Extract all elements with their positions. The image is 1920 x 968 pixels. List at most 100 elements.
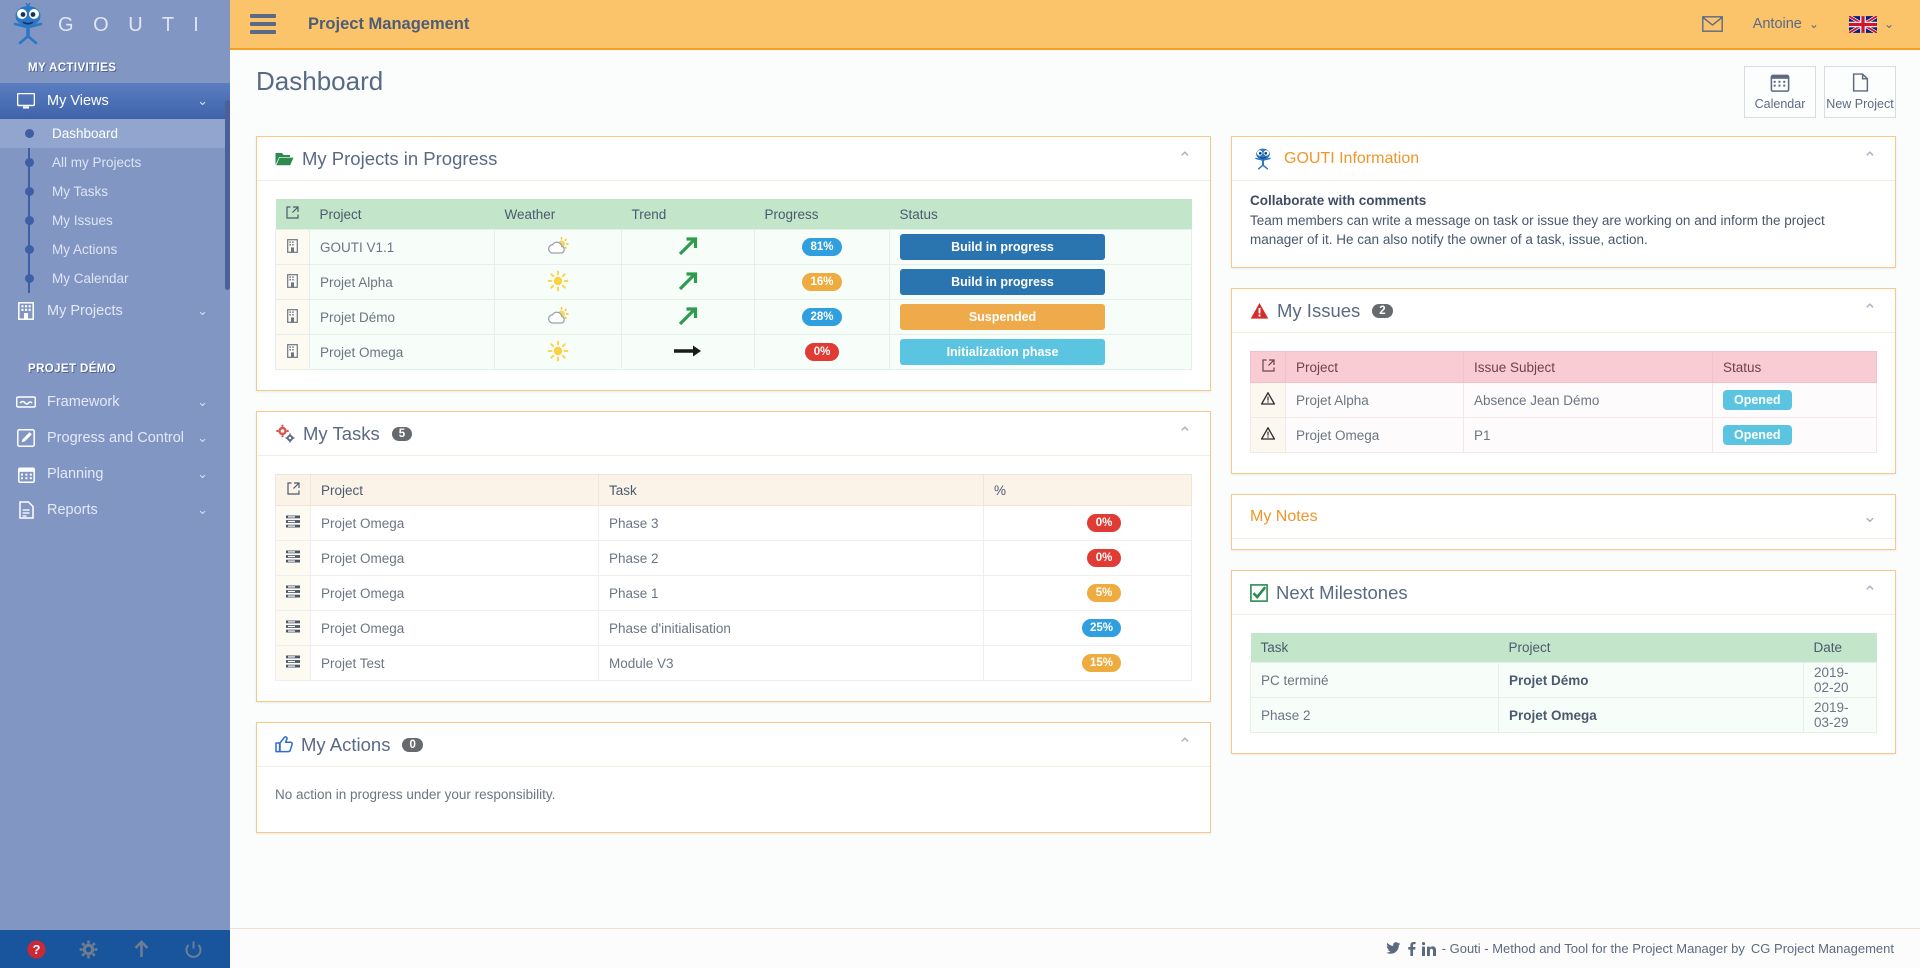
building-icon	[14, 301, 38, 321]
calendar-button[interactable]: Calendar	[1744, 66, 1816, 118]
twitter-icon[interactable]	[1385, 942, 1401, 955]
panel-body: Project Task % Projet Omega Phase 3 0% P…	[257, 456, 1210, 701]
sidebar-item-my-tasks[interactable]: My Tasks	[0, 177, 230, 206]
linkedin-icon[interactable]	[1421, 941, 1436, 956]
chevron-down-icon: ⌄	[1883, 17, 1894, 31]
gear-icon[interactable]	[79, 940, 98, 959]
svg-text:?: ?	[32, 942, 40, 957]
tasks-count-badge: 5	[391, 426, 413, 441]
hamburger-icon[interactable]	[250, 10, 276, 38]
sidebar-item-my-views[interactable]: My Views ⌄	[0, 83, 230, 119]
table-header-row: Project Task %	[275, 474, 1192, 506]
sidebar-item-progress-and-control[interactable]: Progress and Control ⌄	[0, 420, 230, 456]
sidebar-item-planning[interactable]: Planning ⌄	[0, 456, 230, 492]
panel-title: My Tasks	[303, 422, 380, 444]
chevron-down-icon: ⌄	[197, 502, 208, 517]
table-row[interactable]: Projet Alpha 16% Build in progress	[275, 264, 1192, 300]
sidebar-item-reports[interactable]: Reports ⌄	[0, 492, 230, 528]
project-icon[interactable]	[275, 229, 310, 265]
external-link-icon[interactable]	[275, 199, 310, 230]
footer-company-link[interactable]: CG Project Management	[1751, 941, 1894, 956]
language-selector[interactable]: ⌄	[1848, 15, 1894, 33]
status-badge[interactable]: Opened	[1723, 425, 1792, 446]
sidebar-subitem-label: My Issues	[52, 213, 113, 228]
cell-project: Projet Démo	[1498, 662, 1804, 699]
chevron-down-icon: ⌄	[197, 303, 208, 318]
help-icon[interactable]: ?	[27, 940, 46, 959]
table-row[interactable]: Projet Omega 0% Initialization phase	[275, 334, 1192, 370]
sidebar-scrollbar[interactable]	[225, 100, 230, 290]
cell-project: Projet Omega	[1498, 697, 1804, 734]
warning-triangle-icon[interactable]	[1250, 382, 1286, 419]
chevron-up-icon[interactable]: ⌃	[1178, 736, 1192, 753]
task-list-icon[interactable]	[275, 645, 311, 681]
right-column: GOUTI Information ⌃ Collaborate with com…	[1231, 136, 1896, 853]
warning-triangle-icon[interactable]	[1250, 417, 1286, 454]
status-bar[interactable]: Suspended	[900, 304, 1105, 330]
table-row[interactable]: PC terminé Projet Démo 2019-02-20	[1250, 662, 1877, 699]
table-row[interactable]: Projet Omega Phase d'initialisation 25%	[275, 610, 1192, 646]
edit-note-icon	[14, 428, 38, 448]
cell-project: Projet Omega	[309, 334, 495, 370]
power-icon[interactable]	[184, 940, 203, 959]
task-list-icon[interactable]	[275, 505, 311, 541]
cell-issue-subject: P1	[1463, 417, 1713, 454]
sidebar-item-dashboard[interactable]: Dashboard	[0, 119, 230, 148]
chevron-up-icon[interactable]: ⌃	[1863, 584, 1877, 601]
table-row[interactable]: GOUTI V1.1 81% Build in progress	[275, 229, 1192, 265]
page-footer: - Gouti - Method and Tool for the Projec…	[230, 928, 1920, 968]
sidebar-item-my-calendar[interactable]: My Calendar	[0, 264, 230, 293]
table-row[interactable]: Projet Omega Phase 1 5%	[275, 575, 1192, 611]
envelope-icon[interactable]	[1701, 16, 1723, 32]
sidebar-item-label: Planning	[47, 466, 104, 482]
cell-project: Projet Démo	[309, 299, 495, 335]
table-row[interactable]: Projet Omega Phase 2 0%	[275, 540, 1192, 576]
panel-title-group: My Tasks 5	[275, 422, 413, 445]
chevron-up-icon[interactable]: ⌃	[1178, 425, 1192, 442]
table-row[interactable]: Phase 2 Projet Omega 2019-03-29	[1250, 697, 1877, 734]
brand-logo[interactable]: G O U T I	[0, 0, 230, 50]
sidebar-item-framework[interactable]: Framework ⌄	[0, 384, 230, 420]
chevron-up-icon[interactable]: ⌃	[1178, 150, 1192, 167]
sidebar-item-my-projects[interactable]: My Projects ⌄	[0, 293, 230, 329]
status-bar[interactable]: Build in progress	[900, 269, 1105, 295]
new-project-button[interactable]: New Project	[1824, 66, 1896, 118]
external-link-icon[interactable]	[275, 474, 311, 506]
task-list-icon[interactable]	[275, 610, 311, 646]
project-icon[interactable]	[275, 264, 310, 300]
status-bar[interactable]: Build in progress	[900, 234, 1105, 260]
task-list-icon[interactable]	[275, 575, 311, 611]
task-list-icon[interactable]	[275, 540, 311, 576]
arrow-up-icon[interactable]	[132, 939, 151, 959]
table-row[interactable]: Projet Omega P1 Opened	[1250, 417, 1877, 454]
chevron-up-icon[interactable]: ⌃	[1863, 150, 1877, 167]
project-icon[interactable]	[275, 334, 310, 370]
table-row[interactable]: Projet Démo 28% Suspended	[275, 299, 1192, 335]
tasks-table: Project Task % Projet Omega Phase 3 0% P…	[275, 474, 1192, 681]
sidebar-item-my-issues[interactable]: My Issues	[0, 206, 230, 235]
project-icon[interactable]	[275, 299, 310, 335]
status-badge[interactable]: Opened	[1723, 390, 1792, 411]
chevron-up-icon[interactable]: ⌃	[1863, 302, 1877, 319]
panel-header[interactable]: My Notes ⌄	[1232, 495, 1895, 540]
chevron-down-icon[interactable]: ⌄	[1863, 508, 1877, 525]
status-bar[interactable]: Initialization phase	[900, 339, 1105, 365]
user-menu[interactable]: Antoine ⌄	[1753, 16, 1819, 32]
actions-count-badge: 0	[402, 737, 423, 752]
table-row[interactable]: Projet Test Module V3 15%	[275, 645, 1192, 681]
arrow-up-right-icon	[621, 299, 755, 335]
handshake-icon	[14, 392, 38, 412]
sidebar-subitem-label: My Actions	[52, 242, 118, 257]
sidebar-item-my-actions[interactable]: My Actions	[0, 235, 230, 264]
panel-header: My Projects in Progress ⌃	[257, 137, 1210, 181]
table-row[interactable]: Projet Alpha Absence Jean Démo Opened	[1250, 382, 1877, 419]
cell-project: Projet Test	[310, 645, 599, 681]
sidebar-item-all-my-projects[interactable]: All my Projects	[0, 148, 230, 177]
cell-project: Projet Omega	[310, 540, 599, 576]
facebook-icon[interactable]	[1407, 941, 1416, 956]
table-row[interactable]: Projet Omega Phase 3 0%	[275, 505, 1192, 541]
external-link-icon[interactable]	[1250, 351, 1286, 384]
brand-name: G O U T I	[58, 13, 206, 36]
column-weather: Weather	[494, 199, 622, 230]
